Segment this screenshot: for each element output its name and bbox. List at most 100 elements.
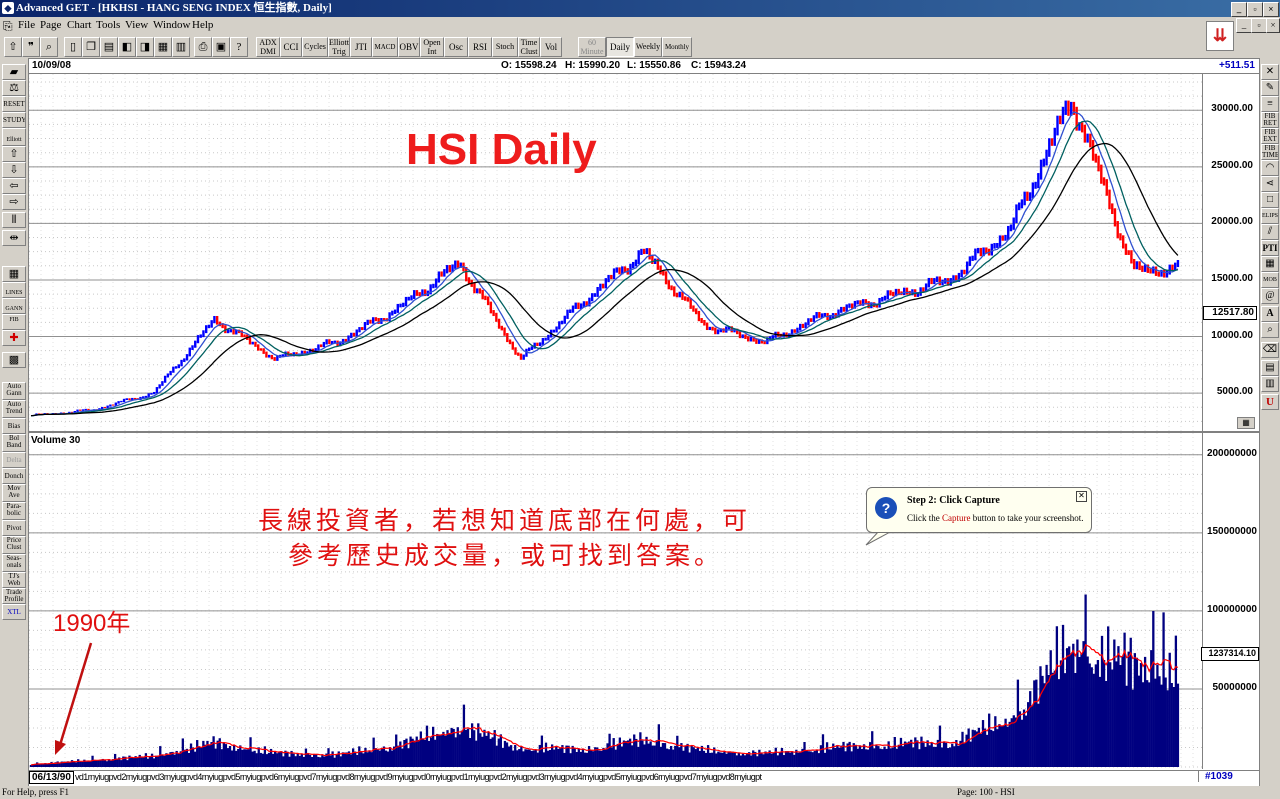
arc-icon[interactable]: ◠ xyxy=(1261,160,1279,176)
right-arrow-icon[interactable]: ⇨ xyxy=(2,194,26,210)
chart-back-icon[interactable]: ◧ xyxy=(118,37,136,57)
parabolic-button[interactable]: Para-bolic xyxy=(2,502,26,520)
study-osc-button[interactable]: Osc xyxy=(444,37,468,57)
donch-button[interactable]: Donch xyxy=(2,468,26,484)
price-pane[interactable]: 5000.00 10000.00 15000.00 20000.00 25000.00 3… xyxy=(29,74,1259,433)
study-rsi-button[interactable]: RSI xyxy=(468,37,492,57)
copy-icon[interactable]: ❐ xyxy=(82,37,100,57)
tjs-web-button[interactable]: TJ's Web xyxy=(2,572,26,588)
chart-icon[interactable]: ▥ xyxy=(172,37,190,57)
seasonals-button[interactable]: Seas-onals xyxy=(2,554,26,572)
grid-icon[interactable]: ▦ xyxy=(154,37,172,57)
maximize-button[interactable]: ▫ xyxy=(1247,2,1263,17)
bias-button[interactable]: Bias xyxy=(2,418,26,434)
period-60-minute-button[interactable]: 60 Minute xyxy=(578,37,606,57)
chart-small-icon[interactable]: ▦ xyxy=(1237,417,1255,429)
study-time-clust-button[interactable]: Time Clust xyxy=(518,37,540,57)
fib-ret-button[interactable]: FIB RET xyxy=(1261,112,1279,128)
study-macd-button[interactable]: MACD xyxy=(372,37,398,57)
study-vol-button[interactable]: Vol xyxy=(540,37,562,57)
quote-icon[interactable]: ❞ xyxy=(22,37,40,57)
magnify-icon[interactable]: ⌕ xyxy=(40,37,58,57)
menu-page[interactable]: Page xyxy=(40,19,61,31)
menu-window[interactable]: Window xyxy=(153,19,190,31)
callout-capture-link[interactable]: Capture xyxy=(942,513,971,523)
chart-fwd-icon[interactable]: ◨ xyxy=(136,37,154,57)
study-adx-dmi-button[interactable]: ADX DMI xyxy=(256,37,280,57)
eraser-icon[interactable]: ⌫ xyxy=(1261,342,1279,358)
print-preview-icon[interactable]: ▣ xyxy=(212,37,230,57)
fan-icon[interactable]: ⋖ xyxy=(1261,176,1279,192)
new-page-icon[interactable]: ▯ xyxy=(64,37,82,57)
u-button[interactable]: U xyxy=(1261,394,1279,410)
fib-button[interactable]: FIB xyxy=(2,314,26,330)
text-icon[interactable]: A xyxy=(1261,306,1279,322)
mov-ave-button[interactable]: Mov Ave xyxy=(2,484,26,502)
elliott-button[interactable]: Elliott xyxy=(2,128,26,146)
scale-icon[interactable]: ⚖ xyxy=(2,80,26,96)
doc-close-button[interactable]: × xyxy=(1266,18,1280,33)
grid-icon[interactable]: ▦ xyxy=(2,266,26,282)
print-icon[interactable]: ⎙ xyxy=(194,37,212,57)
grid-icon[interactable]: ▦ xyxy=(1261,256,1279,272)
auto-gann-button[interactable]: Auto Gann xyxy=(2,382,26,400)
study-cci-button[interactable]: CCI xyxy=(280,37,302,57)
trade-profile-button[interactable]: Trade Profile xyxy=(2,588,26,604)
volume-plot[interactable] xyxy=(29,433,1203,769)
zoom-icon[interactable]: ⌕ xyxy=(1261,322,1279,338)
menu-tools[interactable]: Tools xyxy=(96,19,120,31)
fib-ext-button[interactable]: FIB EXT xyxy=(1261,128,1279,144)
study-open-int-button[interactable]: Open Int xyxy=(420,37,444,57)
menu-help[interactable]: Help xyxy=(192,19,213,31)
left-arrow-icon[interactable]: ⇦ xyxy=(2,178,26,194)
study-button[interactable]: STUDY xyxy=(2,112,26,128)
help-icon[interactable]: ? xyxy=(230,37,248,57)
price-clust-button[interactable]: Price Clust xyxy=(2,536,26,554)
mob-button[interactable]: MOB xyxy=(1261,272,1279,288)
delta-button[interactable]: Delta xyxy=(2,452,26,468)
plus-icon[interactable]: ✚ xyxy=(2,330,26,346)
menu-view[interactable]: View xyxy=(125,19,148,31)
up-arrow-icon[interactable]: ⇧ xyxy=(2,146,26,162)
menu-file[interactable]: File xyxy=(18,19,35,31)
doc-icon[interactable]: ⎘ xyxy=(3,19,13,34)
measure-icon[interactable]: ▥ xyxy=(1261,376,1279,392)
gann-button[interactable]: GANN xyxy=(2,298,26,314)
volume-pane[interactable]: Volume 30 50000000 100000000 150000000 2000… xyxy=(29,433,1259,769)
pencil-icon[interactable]: ✎ xyxy=(1261,80,1279,96)
doc-restore-button[interactable]: ▫ xyxy=(1251,18,1267,33)
study-jti-button[interactable]: JTI xyxy=(350,37,372,57)
page-icon[interactable]: ▤ xyxy=(100,37,118,57)
pti-button[interactable]: PTI xyxy=(1261,240,1279,256)
lines-button[interactable]: LINES xyxy=(2,282,26,298)
period-monthly-button[interactable]: Monthly xyxy=(662,37,692,57)
elips-button[interactable]: ELIPS xyxy=(1261,208,1279,224)
doc-minimize-button[interactable]: _ xyxy=(1236,18,1252,33)
pitchfork-icon[interactable]: ⫽ xyxy=(1261,224,1279,240)
range-icon[interactable]: ⇹ xyxy=(2,230,26,246)
study-elliott-trig-button[interactable]: Elliott Trig xyxy=(328,37,350,57)
save-icon[interactable]: ▩ xyxy=(2,352,26,368)
auto-trend-button[interactable]: Auto Trend xyxy=(2,400,26,418)
box-icon[interactable]: □ xyxy=(1261,192,1279,208)
bars-icon[interactable]: ⫴ xyxy=(2,212,26,228)
study-cycles-button[interactable]: Cycles xyxy=(302,37,328,57)
lines-icon[interactable]: ≡ xyxy=(1261,96,1279,112)
reset-button[interactable]: RESET xyxy=(2,96,26,112)
close-button[interactable]: × xyxy=(1263,2,1279,17)
double-down-arrow-icon[interactable]: ⇊ xyxy=(1206,21,1234,51)
xtl-button[interactable]: XTL xyxy=(2,604,26,620)
pivot-button[interactable]: Pivot xyxy=(2,520,26,536)
price-plot[interactable] xyxy=(29,74,1203,431)
fib-time-button[interactable]: FIB TIME xyxy=(1261,144,1279,160)
spiral-icon[interactable]: @ xyxy=(1261,288,1279,304)
period-weekly-button[interactable]: Weekly xyxy=(634,37,662,57)
ruler-icon[interactable]: ▤ xyxy=(1261,360,1279,376)
study-stoch-button[interactable]: Stoch xyxy=(492,37,518,57)
minimize-button[interactable]: _ xyxy=(1231,2,1247,17)
close-icon[interactable]: ✕ xyxy=(1261,64,1279,80)
callout-close-icon[interactable]: ✕ xyxy=(1076,491,1087,502)
bol-band-button[interactable]: Bol Band xyxy=(2,434,26,452)
open-icon[interactable]: ▰ xyxy=(2,64,26,80)
pointer-icon[interactable]: ⇧ xyxy=(4,37,22,57)
